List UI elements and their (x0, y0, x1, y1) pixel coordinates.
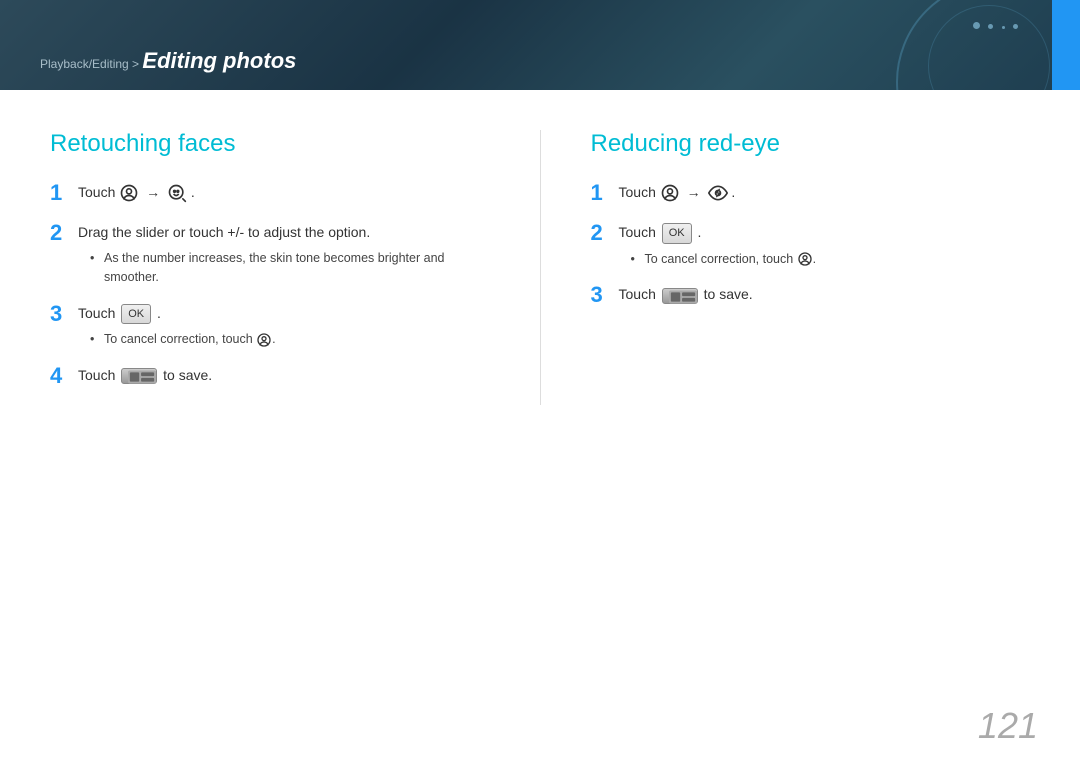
ok-button-indicator-2: OK (662, 223, 692, 244)
step-number-2: 2 (50, 220, 78, 246)
section-divider (540, 130, 541, 405)
redeye-icon (708, 183, 728, 203)
step-3-text: Touch (78, 305, 119, 321)
step-4-text: Touch (78, 367, 119, 383)
redeye-step-2-text: Touch (619, 224, 660, 240)
step-4-content: Touch to save. (78, 365, 212, 386)
step-2-retouch: 2 Drag the slider or touch +/- to adjust… (50, 222, 490, 287)
redeye-step-number-2: 2 (591, 220, 619, 246)
circle-icon-2 (660, 183, 680, 203)
retouching-faces-title: Retouching faces (50, 130, 490, 158)
redeye-step-1-text: Touch (619, 184, 660, 200)
save-button-indicator (121, 368, 157, 384)
redeye-bullet-1: To cancel correction, touch . (631, 250, 817, 269)
cancel-icon (256, 332, 272, 348)
redeye-step-number-3: 3 (591, 282, 619, 308)
step-number-1: 1 (50, 180, 78, 206)
redeye-step-3-after: to save. (704, 286, 753, 302)
page-title: Editing photos (142, 48, 296, 73)
step-3-redeye: 3 Touch to save. (591, 284, 1031, 308)
save-icon (128, 370, 156, 384)
step-1-retouch: 1 Touch → . (50, 182, 490, 206)
step-1-period: . (191, 184, 195, 200)
bullet-2: To cancel correction, touch . (90, 330, 276, 349)
step-1-text: Touch (78, 184, 119, 200)
bullet-1: As the number increases, the skin tone b… (90, 249, 490, 287)
breadcrumb: Playback/Editing > Editing photos (40, 48, 296, 74)
redeye-step-2-bullets: To cancel correction, touch . (631, 250, 817, 269)
redeye-step-number-1: 1 (591, 180, 619, 206)
step-3-period: . (157, 305, 161, 321)
step-2-redeye: 2 Touch OK . To cancel correction, touch… (591, 222, 1031, 268)
step-number-3: 3 (50, 301, 78, 327)
page-number: 121 (978, 705, 1038, 747)
redeye-step-2-content: Touch OK . To cancel correction, touch . (619, 222, 817, 268)
step-2-content: Drag the slider or touch +/- to adjust t… (78, 222, 490, 287)
dot (973, 22, 980, 29)
step-3-retouch: 3 Touch OK . To cancel correction, touch… (50, 303, 490, 349)
redeye-step-3-text: Touch (619, 286, 660, 302)
circle-icon (119, 183, 139, 203)
redeye-step-2-period: . (698, 224, 702, 240)
dot (1013, 24, 1018, 29)
header-decoration (780, 0, 1080, 90)
dot (1002, 26, 1005, 29)
step-3-bullets: To cancel correction, touch . (90, 330, 276, 349)
step-1-redeye: 1 Touch → . (591, 182, 1031, 206)
face-retouch-icon (167, 183, 187, 203)
breadcrumb-prefix: Playback/Editing > (40, 57, 139, 71)
ok-button-indicator: OK (121, 304, 151, 325)
step-3-content: Touch OK . To cancel correction, touch . (78, 303, 276, 349)
reducing-redeye-section: Reducing red-eye 1 Touch → . (591, 130, 1031, 405)
step-4-retouch: 4 Touch to save. (50, 365, 490, 389)
redeye-cancel-icon (797, 251, 813, 267)
step-2-text: Drag the slider or touch +/- to adjust t… (78, 224, 370, 240)
retouching-faces-section: Retouching faces 1 Touch → (50, 130, 490, 405)
redeye-step-1-period: . (731, 184, 735, 200)
save-button-indicator-2 (662, 288, 698, 304)
save-icon-2 (669, 290, 697, 304)
reducing-redeye-title: Reducing red-eye (591, 130, 1031, 158)
dot (988, 24, 993, 29)
header-dots (971, 18, 1020, 36)
redeye-step-1-content: Touch → . (619, 182, 736, 203)
main-content: Retouching faces 1 Touch → (0, 90, 1080, 445)
step-number-4: 4 (50, 363, 78, 389)
step-1-content: Touch → . (78, 182, 195, 203)
blue-tab (1052, 0, 1080, 90)
step-4-after: to save. (163, 367, 212, 383)
page-header: Playback/Editing > Editing photos (0, 0, 1080, 90)
step-2-bullets: As the number increases, the skin tone b… (90, 249, 490, 287)
redeye-step-3-content: Touch to save. (619, 284, 753, 305)
arrow-2: → (687, 182, 701, 203)
arrow-1: → (146, 182, 160, 203)
